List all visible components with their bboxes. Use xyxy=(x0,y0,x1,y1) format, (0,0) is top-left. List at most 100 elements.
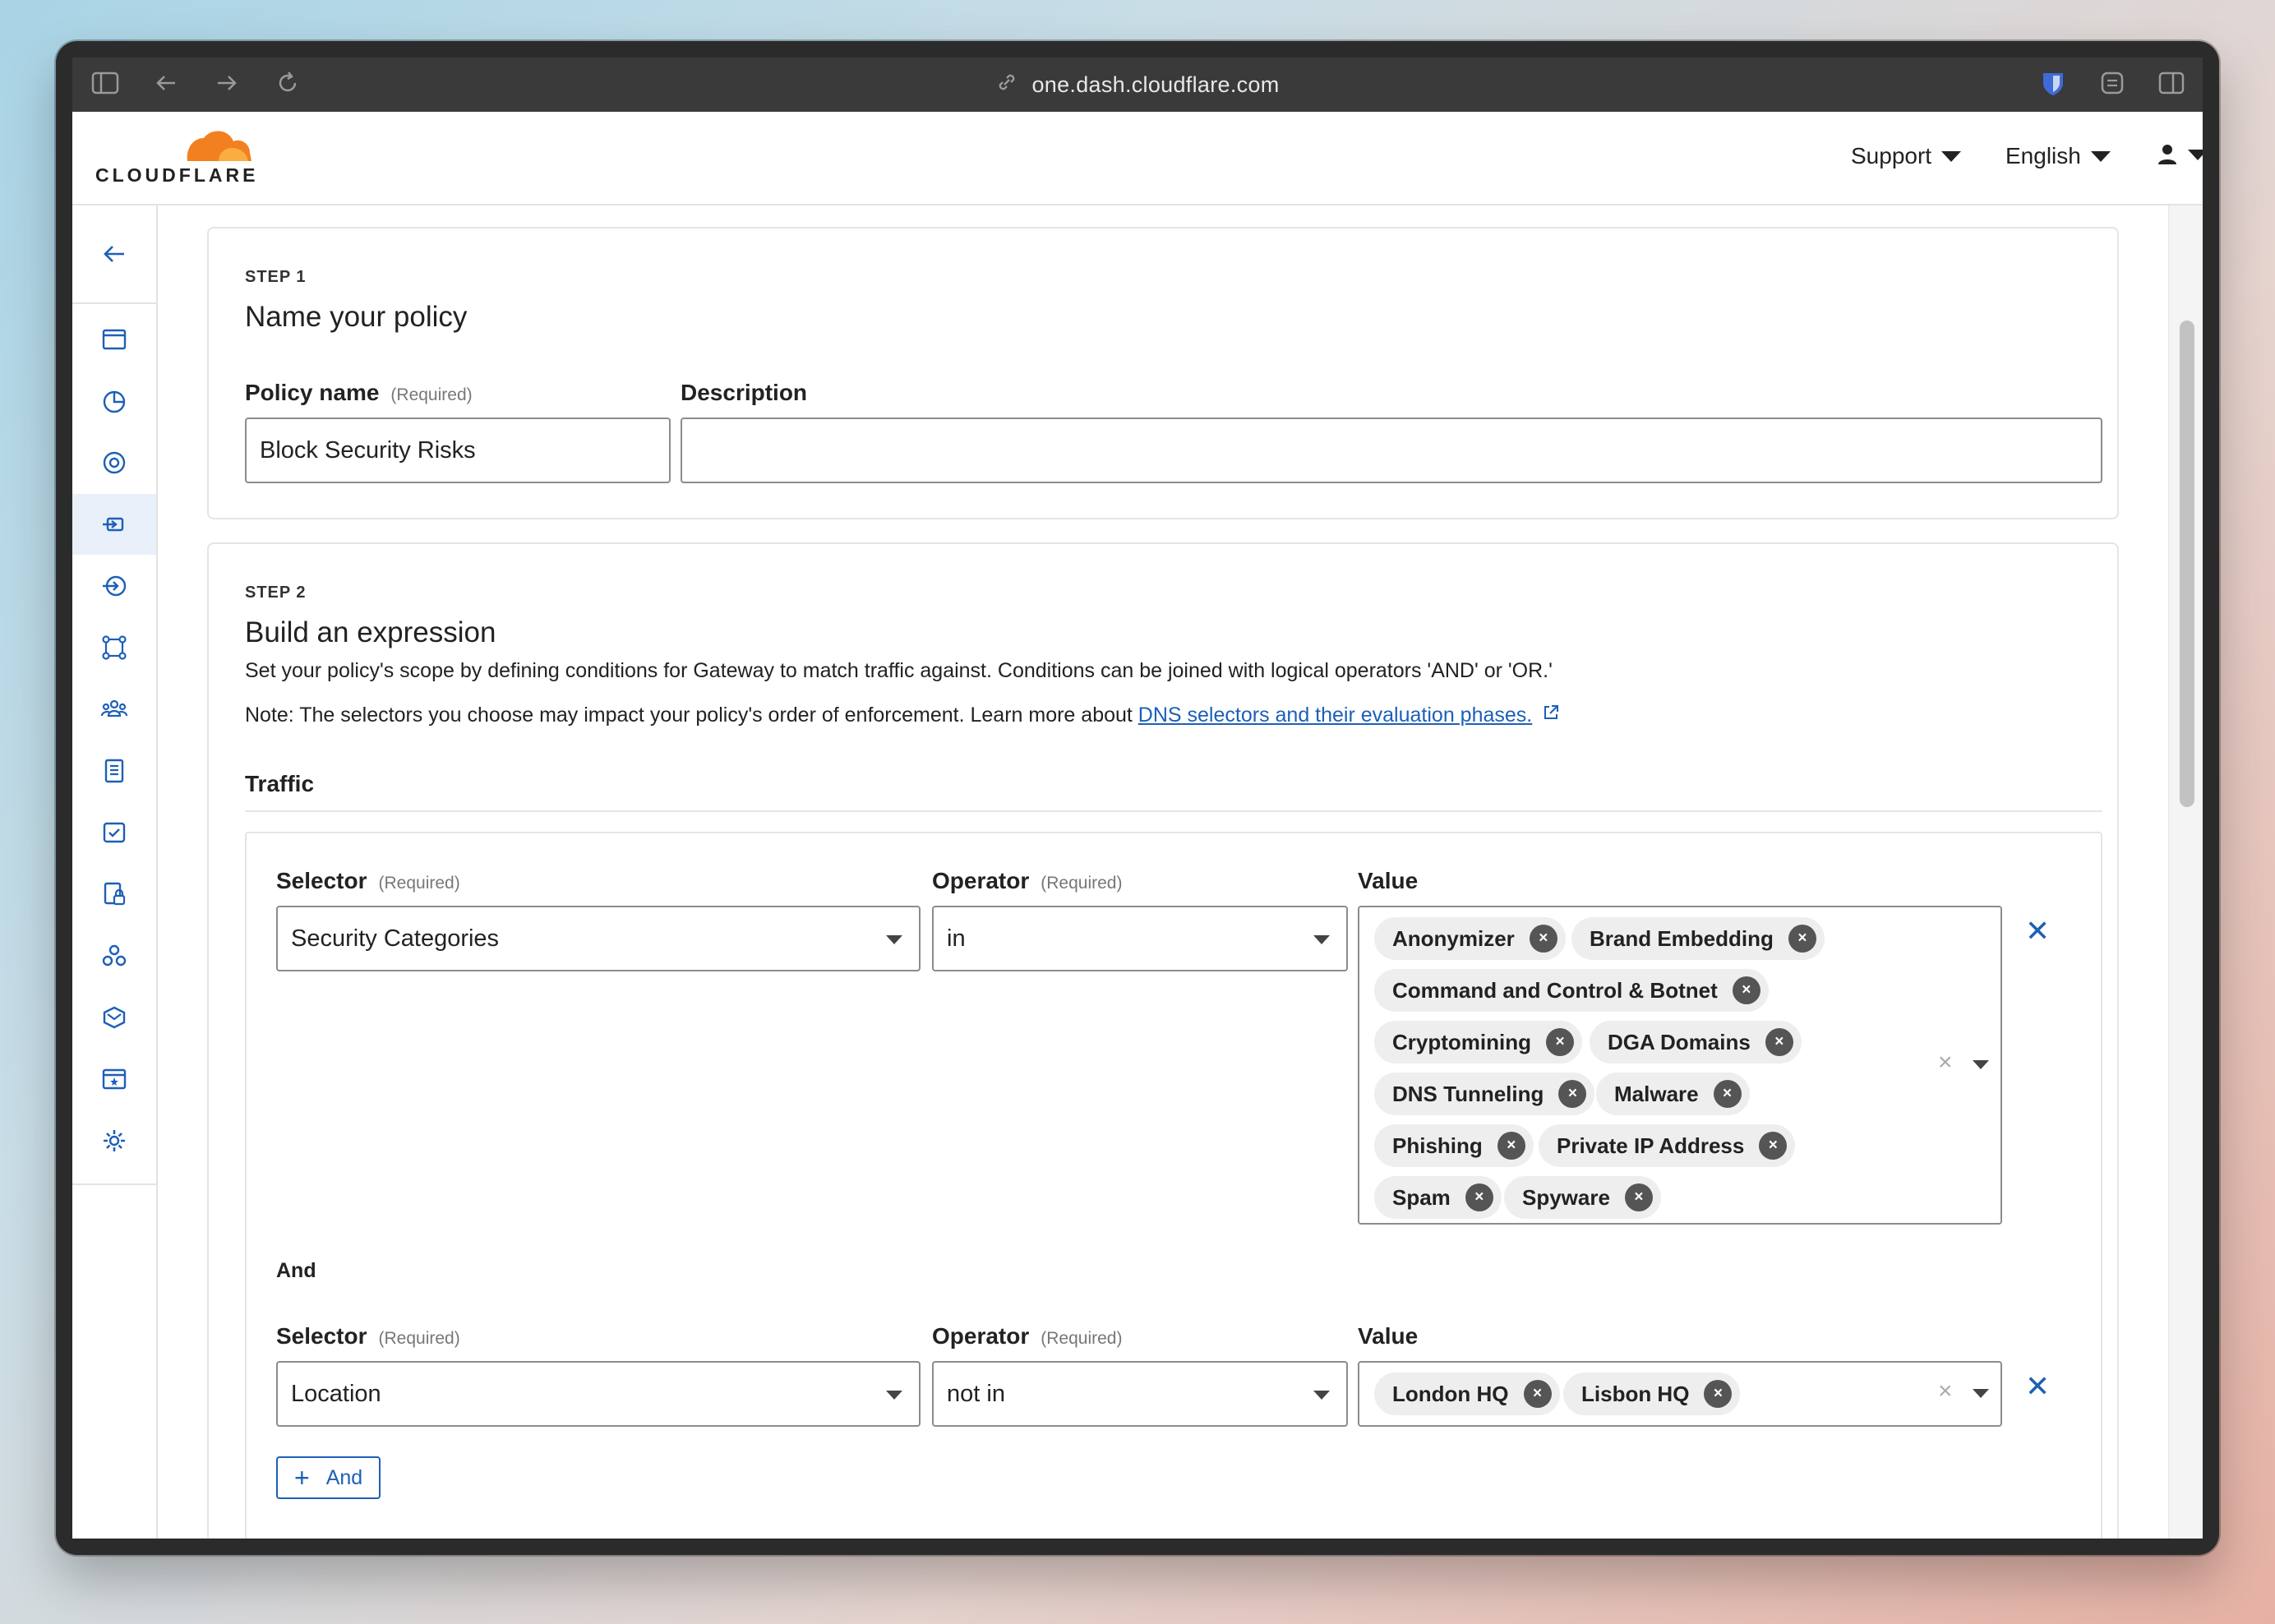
clear-values-icon[interactable]: × xyxy=(1938,1377,1953,1405)
bitwarden-shield-icon[interactable] xyxy=(2038,71,2068,99)
extension-icon[interactable] xyxy=(2097,71,2127,99)
step2-title: Build an expression xyxy=(245,616,496,648)
scrollbar-thumb[interactable] xyxy=(2180,321,2194,807)
link-icon xyxy=(995,71,1018,99)
value-chip: Cryptomining × xyxy=(1374,1021,1582,1063)
sidebar-item-gateway[interactable] xyxy=(72,494,156,555)
plus-icon: + xyxy=(294,1462,310,1493)
description-input[interactable] xyxy=(681,418,2102,483)
value-multiselect[interactable]: Anonymizer × Brand Embedding × Command and… xyxy=(1358,906,2002,1225)
dns-selectors-link[interactable]: DNS selectors and their evaluation phase… xyxy=(1138,704,1532,727)
operator-select[interactable]: in xyxy=(932,906,1348,971)
url-text: one.dash.cloudflare.com xyxy=(1031,72,1280,97)
chevron-down-icon xyxy=(1313,935,1330,944)
sidebar-item-dex[interactable] xyxy=(72,432,156,493)
sidebar-item-casb[interactable] xyxy=(72,987,156,1048)
description-label: Description xyxy=(681,380,808,405)
chip-remove-icon[interactable]: × xyxy=(1546,1028,1574,1056)
policy-name-input[interactable]: Block Security Risks xyxy=(245,418,671,483)
gear-icon xyxy=(104,1130,125,1151)
page: CLOUDFLARE Support English STEP 1 Name y… xyxy=(72,112,2203,1539)
chevron-down-icon xyxy=(1941,150,1962,162)
chip-remove-icon[interactable]: × xyxy=(1788,925,1816,953)
selector-select[interactable]: Location xyxy=(276,1361,921,1427)
value-chip: Malware × xyxy=(1596,1073,1750,1115)
sidebar-item-integrations[interactable] xyxy=(72,925,156,986)
chevron-down-icon xyxy=(1313,1391,1330,1400)
remove-condition-icon[interactable]: ✕ xyxy=(2025,1369,2050,1404)
value-chip: Phishing × xyxy=(1374,1124,1534,1167)
step1-label: STEP 1 xyxy=(245,268,307,286)
policy-name-label: Policy name (Required) xyxy=(245,380,473,405)
browser-star-icon xyxy=(102,1068,127,1090)
inbox-check-icon xyxy=(103,822,126,843)
sidebar-item-logs[interactable] xyxy=(72,740,156,801)
clear-values-icon[interactable]: × xyxy=(1938,1049,1953,1077)
operator-label: Operator (Required) xyxy=(932,1323,1123,1349)
network-icon xyxy=(102,635,127,660)
split-view-icon[interactable] xyxy=(2157,71,2186,99)
chip-remove-icon[interactable]: × xyxy=(1704,1380,1733,1408)
gateway-icon xyxy=(103,517,124,532)
step2-note: Note: The selectors you choose may impac… xyxy=(245,704,1560,727)
chevron-down-icon xyxy=(2188,149,2203,160)
operator-label: Operator (Required) xyxy=(932,868,1123,893)
language-label: English xyxy=(2005,143,2081,168)
value-chip: Lisbon HQ × xyxy=(1563,1373,1741,1415)
support-menu[interactable]: Support xyxy=(1851,143,1962,169)
language-menu[interactable]: English xyxy=(2005,143,2111,169)
sidebar-item-overview[interactable] xyxy=(72,309,156,370)
scrollbar[interactable] xyxy=(2168,205,2203,1539)
address-bar[interactable]: one.dash.cloudflare.com xyxy=(72,58,2203,112)
chevron-down-icon xyxy=(886,1391,902,1400)
chip-remove-icon[interactable]: × xyxy=(1529,925,1557,953)
and-operator-text: And xyxy=(276,1259,316,1282)
account-menu[interactable] xyxy=(2157,143,2203,166)
sidebar-item-users[interactable] xyxy=(72,679,156,740)
value-chip: Anonymizer × xyxy=(1374,917,1566,960)
chip-remove-icon[interactable]: × xyxy=(1759,1132,1788,1160)
window-icon xyxy=(102,329,127,350)
sidebar-item-dlp[interactable] xyxy=(72,864,156,925)
step1-title: Name your policy xyxy=(245,301,468,333)
chevron-down-icon xyxy=(2090,150,2111,162)
chip-remove-icon[interactable]: × xyxy=(1624,1183,1653,1211)
sidebar-item-settings[interactable] xyxy=(72,1110,156,1171)
add-and-condition-button[interactable]: + And xyxy=(276,1456,381,1499)
users-icon xyxy=(101,699,127,717)
value-chip: Spyware × xyxy=(1504,1176,1661,1219)
sidebar-item-analytics[interactable] xyxy=(72,371,156,431)
remove-condition-icon[interactable]: ✕ xyxy=(2025,914,2050,948)
traffic-rules: Selector (Required) Operator (Required) Va… xyxy=(245,832,2102,1539)
value-chip: Command and Control & Botnet × xyxy=(1374,969,1769,1012)
chip-remove-icon[interactable]: × xyxy=(1465,1183,1493,1211)
value-chip: Spam × xyxy=(1374,1176,1502,1219)
document-icon xyxy=(104,759,124,783)
value-multiselect[interactable]: London HQ × Lisbon HQ × × xyxy=(1358,1361,2002,1427)
step2-card: STEP 2 Build an expression Set your poli… xyxy=(207,542,2119,1539)
chevron-down-icon[interactable] xyxy=(1973,1060,1989,1069)
chip-remove-icon[interactable]: × xyxy=(1497,1132,1525,1160)
selector-select[interactable]: Security Categories xyxy=(276,906,921,971)
sidebar-item-email-security[interactable] xyxy=(72,802,156,863)
selector-label: Selector (Required) xyxy=(276,868,460,893)
step1-card: STEP 1 Name your policy Policy name (Requ… xyxy=(207,227,2119,519)
chip-remove-icon[interactable]: × xyxy=(1765,1028,1793,1056)
chip-remove-icon[interactable]: × xyxy=(1523,1380,1552,1408)
cloudflare-logo-icon[interactable] xyxy=(95,125,260,199)
sidebar-item-networks[interactable] xyxy=(72,617,156,678)
sidebar-item-my-team[interactable] xyxy=(72,1049,156,1110)
chevron-down-icon[interactable] xyxy=(1973,1389,1989,1398)
sign-in-icon xyxy=(103,575,127,597)
chip-remove-icon[interactable]: × xyxy=(1732,976,1760,1004)
value-label: Value xyxy=(1358,868,1419,893)
operator-select[interactable]: not in xyxy=(932,1361,1348,1427)
back-arrow-icon[interactable] xyxy=(72,224,156,284)
step2-label: STEP 2 xyxy=(245,584,307,602)
value-chip: Private IP Address × xyxy=(1539,1124,1796,1167)
chip-remove-icon[interactable]: × xyxy=(1713,1080,1742,1108)
chip-remove-icon[interactable]: × xyxy=(1558,1080,1587,1108)
top-bar: CLOUDFLARE Support English xyxy=(72,112,2203,205)
sidebar-item-access[interactable] xyxy=(72,556,156,616)
selector-label: Selector (Required) xyxy=(276,1323,460,1349)
